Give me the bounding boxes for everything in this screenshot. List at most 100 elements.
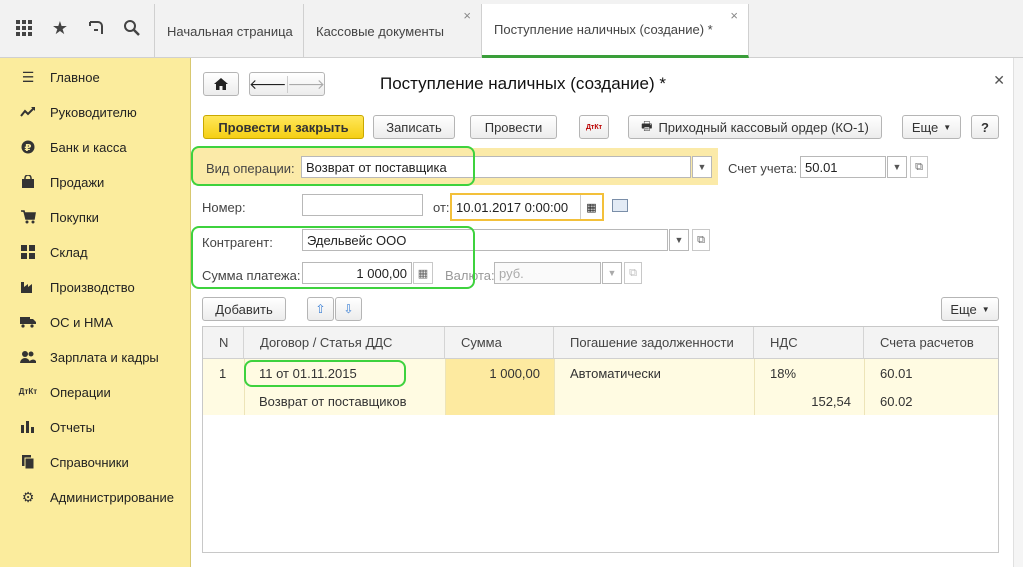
sidebar-item-manager[interactable]: Руководителю: [0, 98, 190, 126]
chevron-down-icon[interactable]: ▼: [887, 156, 907, 178]
sidebar-item-main[interactable]: ☰ Главное: [0, 63, 190, 91]
ruble-coin-icon: ₽: [20, 139, 36, 155]
sidebar-item-bank[interactable]: ₽ Банк и касса: [0, 133, 190, 161]
comment-icon[interactable]: [612, 199, 628, 212]
home-button[interactable]: [203, 72, 239, 96]
star-icon[interactable]: ★: [48, 16, 72, 40]
sidebar-item-label: Главное: [50, 69, 100, 85]
debit-credit-icon[interactable]: ДтКт: [579, 115, 609, 139]
close-icon[interactable]: ×: [463, 8, 471, 23]
scrollbar[interactable]: [1013, 58, 1023, 567]
sidebar-item-label: ОС и НМА: [50, 314, 113, 330]
chevron-down-icon: ▼: [602, 262, 622, 284]
gear-icon: ⚙: [21, 488, 35, 505]
column-header[interactable]: НДС: [754, 327, 864, 359]
top-bar: ★ Начальная страница Кассовые документы …: [0, 0, 1023, 58]
close-icon[interactable]: ×: [730, 8, 738, 23]
account-cell[interactable]: 60.01: [880, 359, 913, 387]
open-icon: ⧉: [624, 262, 642, 284]
sidebar-item-payroll[interactable]: Зарплата и кадры: [0, 343, 190, 371]
sidebar-item-label: Зарплата и кадры: [50, 349, 159, 365]
more-button[interactable]: Еще ▼: [902, 115, 961, 139]
date-field[interactable]: 10.01.2017 0:00:00 ▦: [450, 193, 604, 221]
calculator-icon[interactable]: ▦: [413, 262, 433, 284]
forward-arrow-icon[interactable]: 🡒: [288, 76, 326, 93]
column-header[interactable]: Счета расчетов: [864, 327, 998, 359]
column-header[interactable]: Договор / Статья ДДС: [244, 327, 445, 359]
history-icon[interactable]: [84, 16, 108, 40]
move-up-button[interactable]: ⇧: [307, 297, 334, 321]
document-form: 🡐 🡒 Поступление наличных (создание) * ✕ …: [191, 58, 1023, 567]
amount-field[interactable]: 1 000,00: [302, 262, 412, 284]
dds-article-cell[interactable]: Возврат от поставщиков: [259, 387, 407, 415]
save-button[interactable]: Записать: [373, 115, 455, 139]
debit-credit-icon: ДтКт: [18, 387, 38, 396]
currency-field: руб.: [494, 262, 601, 284]
close-icon[interactable]: ✕: [993, 72, 1005, 89]
books-icon: [20, 454, 36, 470]
account-cell[interactable]: 60.02: [880, 387, 913, 415]
sidebar: ☰ Главное Руководителю ₽ Банк и касса Пр…: [0, 58, 191, 567]
nav-buttons: 🡐 🡒: [249, 72, 325, 96]
tab-label: Поступление наличных (создание) *: [494, 22, 713, 37]
number-field[interactable]: [302, 194, 423, 216]
chevron-down-icon[interactable]: ▼: [669, 229, 689, 251]
apps-grid-icon[interactable]: [12, 16, 36, 40]
tab-label: Начальная страница: [167, 23, 293, 39]
chevron-down-icon: ▼: [943, 122, 952, 132]
vat-rate-cell[interactable]: 18%: [770, 359, 796, 387]
open-icon[interactable]: ⧉: [910, 156, 928, 178]
contract-cell[interactable]: 11 от 01.11.2015: [259, 359, 357, 387]
table-more-button[interactable]: Еще ▼: [941, 297, 999, 321]
help-button[interactable]: ?: [971, 115, 999, 139]
button-label: Еще: [911, 119, 939, 135]
truck-icon: [20, 314, 36, 330]
tab-home[interactable]: Начальная страница: [154, 4, 304, 58]
sidebar-item-purchases[interactable]: Покупки: [0, 203, 190, 231]
shopping-bag-icon: [20, 174, 36, 190]
button-label: Приходный кассовый ордер (КО-1): [658, 119, 869, 135]
counterparty-label: Контрагент:: [202, 235, 273, 250]
date-value: 10.01.2017 0:00:00: [456, 199, 569, 215]
chevron-down-icon[interactable]: ▼: [692, 156, 712, 178]
sidebar-item-operations[interactable]: ДтКт Операции: [0, 378, 190, 406]
printer-icon: 🖶: [641, 118, 653, 133]
vat-amount-cell[interactable]: 152,54: [754, 387, 851, 415]
column-header[interactable]: Сумма: [445, 327, 554, 359]
move-down-button[interactable]: ⇩: [335, 297, 362, 321]
currency-label: Валюта:: [445, 268, 495, 283]
button-label: Еще: [950, 301, 977, 317]
post-and-close-button[interactable]: Провести и закрыть: [203, 115, 364, 139]
back-arrow-icon[interactable]: 🡐: [249, 75, 288, 93]
tab-cash-receipt[interactable]: Поступление наличных (создание) * ×: [482, 4, 749, 58]
home-icon: [214, 78, 228, 90]
sidebar-item-reports[interactable]: Отчеты: [0, 413, 190, 441]
sidebar-item-production[interactable]: Производство: [0, 273, 190, 301]
amount-cell[interactable]: 1 000,00: [445, 359, 540, 387]
post-button[interactable]: Провести: [470, 115, 557, 139]
tab-cash-documents[interactable]: Кассовые документы ×: [304, 4, 482, 58]
sidebar-item-fixed-assets[interactable]: ОС и НМА: [0, 308, 190, 336]
cash-receipt-order-button[interactable]: 🖶 Приходный кассовый ордер (КО-1): [628, 115, 882, 139]
repayment-cell[interactable]: Автоматически: [570, 359, 661, 387]
sidebar-item-label: Продажи: [50, 174, 105, 190]
add-row-button[interactable]: Добавить: [202, 297, 286, 321]
operation-type-label: Вид операции:: [206, 161, 295, 176]
account-field[interactable]: 50.01: [800, 156, 886, 178]
date-label: от:: [433, 200, 450, 215]
operation-type-field[interactable]: Возврат от поставщика: [301, 156, 691, 178]
search-icon[interactable]: [120, 16, 144, 40]
sidebar-item-warehouse[interactable]: Склад: [0, 238, 190, 266]
column-header[interactable]: N: [203, 327, 244, 359]
calendar-icon[interactable]: ▦: [580, 195, 602, 219]
chevron-down-icon: ▼: [981, 304, 990, 314]
open-icon[interactable]: ⧉: [692, 229, 710, 251]
counterparty-field[interactable]: Эдельвейс ООО: [302, 229, 668, 251]
sidebar-item-references[interactable]: Справочники: [0, 448, 190, 476]
sidebar-item-sales[interactable]: Продажи: [0, 168, 190, 196]
page-title: Поступление наличных (создание) *: [380, 74, 666, 93]
column-header[interactable]: Погашение задолженности: [554, 327, 754, 359]
sidebar-item-label: Операции: [50, 384, 111, 400]
sidebar-item-admin[interactable]: ⚙ Администрирование: [0, 483, 190, 511]
bar-chart-icon: [20, 419, 36, 435]
